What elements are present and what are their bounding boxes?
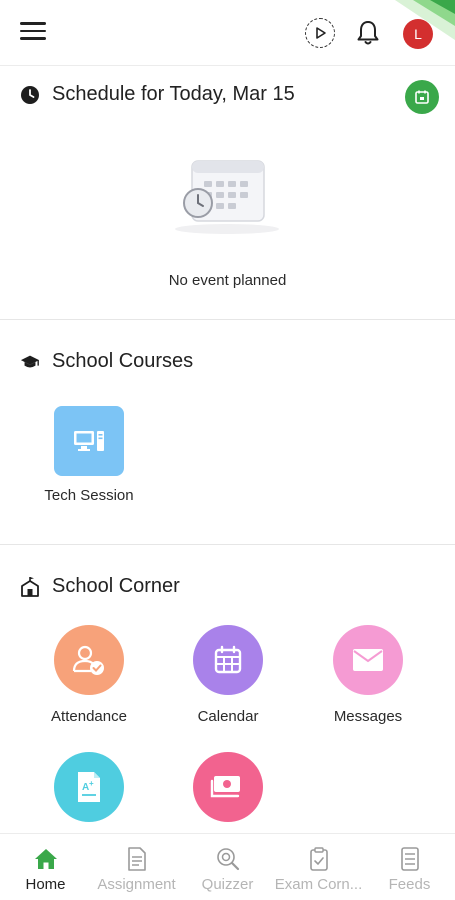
quizzer-icon xyxy=(215,846,241,872)
nav-label: Exam Corn... xyxy=(274,876,363,893)
schedule-header: Schedule for Today, Mar 15 xyxy=(20,83,295,106)
calendar-grid-icon xyxy=(214,645,242,674)
clipboard-check-icon xyxy=(306,846,332,872)
svg-text:+: + xyxy=(89,779,94,788)
schedule-section: Schedule for Today, Mar 15 No event plan… xyxy=(0,67,455,319)
calendar-circle xyxy=(193,625,263,695)
avatar[interactable]: L xyxy=(403,19,433,49)
menu-icon-line xyxy=(20,37,46,40)
nav-label: Feeds xyxy=(388,876,431,893)
tile-label: Calendar xyxy=(197,708,259,725)
schedule-title: Schedule for Today, Mar 15 xyxy=(52,83,295,105)
messages-circle xyxy=(333,625,403,695)
home-icon xyxy=(33,846,59,872)
nav-assignment[interactable]: Assignment xyxy=(91,834,182,900)
computer-icon xyxy=(74,431,104,451)
nav-home[interactable]: Home xyxy=(0,834,91,900)
corner-header: School Corner xyxy=(20,575,180,598)
avatar-initial: L xyxy=(414,26,422,42)
section-divider xyxy=(0,544,455,545)
tile-label: Messages xyxy=(333,708,403,725)
nav-exam-corner[interactable]: Exam Corn... xyxy=(273,834,364,900)
play-icon xyxy=(316,27,326,39)
envelope-icon xyxy=(353,649,383,671)
document-icon xyxy=(124,846,150,872)
attendance-icon xyxy=(72,645,104,675)
attendance-circle xyxy=(54,625,124,695)
notifications-button[interactable] xyxy=(355,19,381,47)
menu-button[interactable] xyxy=(20,22,46,44)
nav-quizzer[interactable]: Quizzer xyxy=(182,834,273,900)
messages-tile[interactable]: Messages xyxy=(298,625,438,725)
courses-title: School Courses xyxy=(52,350,194,372)
attendance-tile[interactable]: Attendance xyxy=(19,625,159,725)
calendar-icon xyxy=(415,90,429,104)
nav-label: Quizzer xyxy=(201,876,254,893)
school-corner-section: School Corner Attendance Calendar Messag… xyxy=(0,547,455,833)
graduation-cap-icon xyxy=(20,352,40,372)
school-courses-section: School Courses Tech Session xyxy=(0,322,455,544)
money-icon xyxy=(210,776,240,798)
empty-calendar-illustration xyxy=(175,160,279,234)
report-card-circle: A + xyxy=(54,752,124,822)
course-tile-tech-session[interactable] xyxy=(54,406,124,476)
play-button[interactable] xyxy=(305,18,335,48)
corner-title: School Corner xyxy=(52,575,180,597)
courses-header: School Courses xyxy=(20,350,193,373)
calendar-button[interactable] xyxy=(405,80,439,114)
empty-state-text: No event planned xyxy=(168,272,287,289)
bell-icon xyxy=(357,21,379,45)
report-card-icon: A + xyxy=(78,772,100,802)
tile-label: Attendance xyxy=(51,708,127,725)
section-divider xyxy=(0,319,455,320)
menu-icon-line xyxy=(20,22,46,25)
report-card-tile[interactable]: A + xyxy=(19,752,159,835)
bottom-navigation: Home Assignment Quizzer Exam Corn... Fee… xyxy=(0,833,455,900)
fees-tile[interactable] xyxy=(158,752,298,835)
calendar-tile[interactable]: Calendar xyxy=(158,625,298,725)
clock-icon xyxy=(20,85,40,105)
nav-feeds[interactable]: Feeds xyxy=(364,834,455,900)
nav-label: Assignment xyxy=(97,876,176,893)
fees-circle xyxy=(193,752,263,822)
feeds-icon xyxy=(397,846,423,872)
nav-label: Home xyxy=(25,876,66,893)
school-building-icon xyxy=(20,576,40,597)
app-header: L xyxy=(0,0,455,66)
course-label: Tech Session xyxy=(44,487,134,504)
menu-icon-line xyxy=(20,29,46,32)
